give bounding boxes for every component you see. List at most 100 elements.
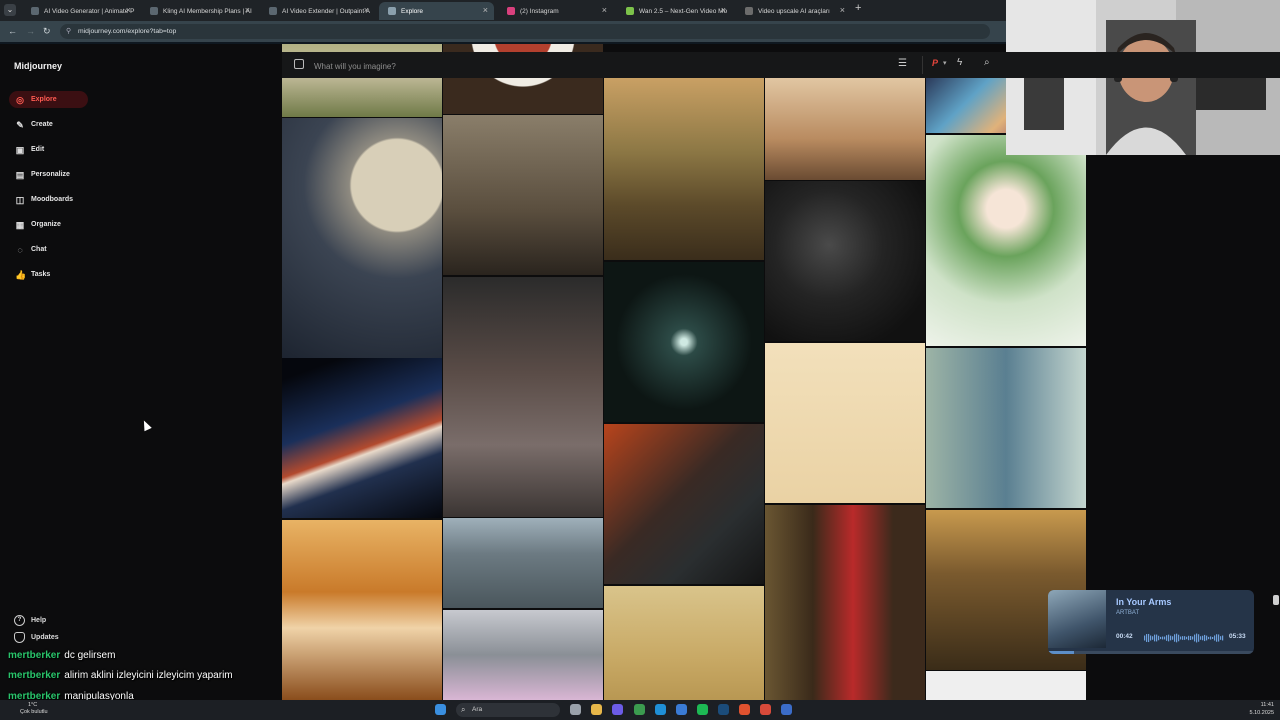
browser-tab[interactable]: (2) Instagram ×	[498, 2, 613, 20]
chrome-icon[interactable]	[634, 704, 645, 715]
gear-app-icon[interactable]	[781, 704, 792, 715]
sidebar-item-create[interactable]: ✎ Create	[9, 116, 88, 133]
browser-tab[interactable]: Kling AI Membership Plans | AI ×	[141, 2, 256, 20]
tile-green-doll[interactable]	[926, 135, 1086, 346]
edge-icon[interactable]	[655, 704, 666, 715]
filter-icon[interactable]: ☰	[898, 58, 907, 69]
tab-close-icon[interactable]: ×	[721, 5, 726, 15]
browser-tab[interactable]: AI Video Generator | Animate P ×	[22, 2, 137, 20]
tab-close-icon[interactable]: ×	[483, 5, 488, 15]
search-icon[interactable]: ⌕	[984, 57, 990, 68]
browser-tab[interactable]: Wan 2.5 – Next-Gen Video Mo ×	[617, 2, 732, 20]
site-info-icon[interactable]: ⚲	[66, 24, 71, 39]
weather-text: Çok bulutlu	[20, 709, 48, 715]
tab-favicon-icon	[269, 7, 277, 15]
bolt-icon[interactable]: ϟ	[957, 57, 962, 68]
steam-icon[interactable]	[718, 704, 729, 715]
personalize-p-icon[interactable]: P	[932, 58, 938, 68]
tab-title: Wan 2.5 – Next-Gen Video Mo	[639, 7, 728, 15]
tile-cat-moon[interactable]	[282, 118, 442, 358]
sidebar-item-moodboards[interactable]: ◫ Moodboards	[9, 191, 88, 208]
browser-tab[interactable]: Explore ×	[379, 2, 494, 20]
system-clock[interactable]: 11:41 5.10.2025	[1240, 701, 1274, 717]
sidebar-item-chat[interactable]: ◌ Chat	[9, 241, 88, 258]
tile-shouting-man[interactable]	[604, 424, 764, 584]
tile-pumpkins[interactable]	[282, 520, 442, 700]
sidebar-item-explore[interactable]: ◎ Explore	[9, 91, 88, 108]
waveform-bar	[1180, 636, 1182, 640]
url-field[interactable]: ⚲ midjourney.com/explore?tab=top	[60, 24, 990, 39]
tab-close-icon[interactable]: ×	[126, 5, 131, 15]
tab-close-icon[interactable]: ×	[840, 5, 845, 15]
tile-ghost-dog[interactable]	[765, 343, 925, 503]
chat-message: mertberker dc gelirsem	[8, 650, 115, 661]
sidebar-item-tasks[interactable]: 👍 Tasks	[9, 266, 88, 283]
waveform-bar	[1150, 635, 1152, 641]
tile-cartoon-men[interactable]	[926, 348, 1086, 508]
prompt-input[interactable]	[312, 57, 876, 75]
copilot-icon[interactable]	[612, 704, 623, 715]
forward-icon[interactable]: →	[26, 26, 35, 36]
tab-favicon-icon	[507, 7, 515, 15]
tile-frames-room[interactable]	[443, 115, 603, 275]
browser-icon[interactable]	[739, 704, 750, 715]
help-link[interactable]: ? Help	[14, 615, 46, 626]
image-icon[interactable]	[294, 59, 304, 69]
tile-glass-scene[interactable]	[443, 610, 603, 700]
compass-icon: ◎	[16, 94, 24, 105]
sidebar-item-edit[interactable]: ▣ Edit	[9, 141, 88, 158]
scrollbar-thumb[interactable]	[1273, 595, 1279, 605]
tab-title: Kling AI Membership Plans | AI	[163, 7, 252, 15]
tile-dark-flowers[interactable]	[765, 181, 925, 341]
album-art	[1048, 590, 1106, 648]
tab-search-icon[interactable]: ⌄	[4, 4, 16, 16]
windows-start-icon[interactable]	[435, 704, 446, 715]
spotify-icon[interactable]	[697, 704, 708, 715]
store-icon[interactable]	[676, 704, 687, 715]
chat-text: alirim aklini izleyicini izleyicim yapar…	[64, 670, 233, 681]
browser-tab[interactable]: Video upscale AI araçları ×	[736, 2, 851, 20]
tab-title: AI Video Generator | Animate P	[44, 7, 135, 15]
tab-close-icon[interactable]: ×	[245, 5, 250, 15]
task-view-icon[interactable]	[570, 704, 581, 715]
taskbar-search[interactable]: ⌕ Ara	[456, 703, 560, 717]
waveform-bar	[1152, 636, 1154, 640]
tile-fireworks[interactable]	[282, 358, 442, 518]
updates-link[interactable]: Updates	[14, 632, 59, 643]
updates-label: Updates	[31, 634, 59, 641]
edit-icon: ▣	[15, 144, 25, 155]
tile-white-bottom[interactable]	[926, 671, 1086, 700]
tab-favicon-icon	[745, 7, 753, 15]
chrome-alt-icon[interactable]	[760, 704, 771, 715]
weather-temp: 1°C	[28, 702, 38, 708]
brand-logo[interactable]: Midjourney	[14, 61, 62, 71]
tab-title: Explore	[401, 7, 424, 15]
tab-favicon-icon	[626, 7, 634, 15]
tab-favicon-icon	[150, 7, 158, 15]
chevron-down-icon[interactable]: ▾	[943, 59, 947, 67]
tile-glowing-door[interactable]	[604, 262, 764, 422]
new-tab-icon[interactable]: +	[855, 2, 861, 14]
reload-icon[interactable]: ↻	[43, 26, 51, 37]
tile-red-dress-woman[interactable]	[765, 505, 925, 700]
file-explorer-icon[interactable]	[591, 704, 602, 715]
sidebar-item-personalize[interactable]: ▤ Personalize	[9, 166, 88, 183]
browser-tab[interactable]: AI Video Extender | Outpaint A ×	[260, 2, 375, 20]
waveform-bar	[1210, 636, 1212, 640]
tile-sketch-portrait[interactable]	[604, 586, 764, 700]
tab-close-icon[interactable]: ×	[364, 5, 369, 15]
tile-hooded-figure[interactable]	[443, 277, 603, 517]
back-icon[interactable]: ←	[8, 26, 17, 36]
waveform	[1144, 633, 1224, 643]
tab-close-icon[interactable]: ×	[602, 5, 607, 15]
windows-taskbar: 1°C Çok bulutlu ⌕ Ara 11:41 5.10.2025	[0, 700, 1280, 720]
chat-text: dc gelirsem	[64, 650, 116, 661]
waveform-bar	[1192, 636, 1194, 640]
sidebar-item-label: Chat	[31, 246, 47, 253]
tile-valley-window[interactable]	[604, 78, 764, 260]
tile-desk-room[interactable]	[765, 78, 925, 180]
waveform-bar	[1212, 636, 1214, 640]
tile-helmet-rider[interactable]	[443, 518, 603, 608]
track-progress-bar[interactable]	[1048, 651, 1254, 654]
sidebar-item-organize[interactable]: ▦ Organize	[9, 216, 88, 233]
